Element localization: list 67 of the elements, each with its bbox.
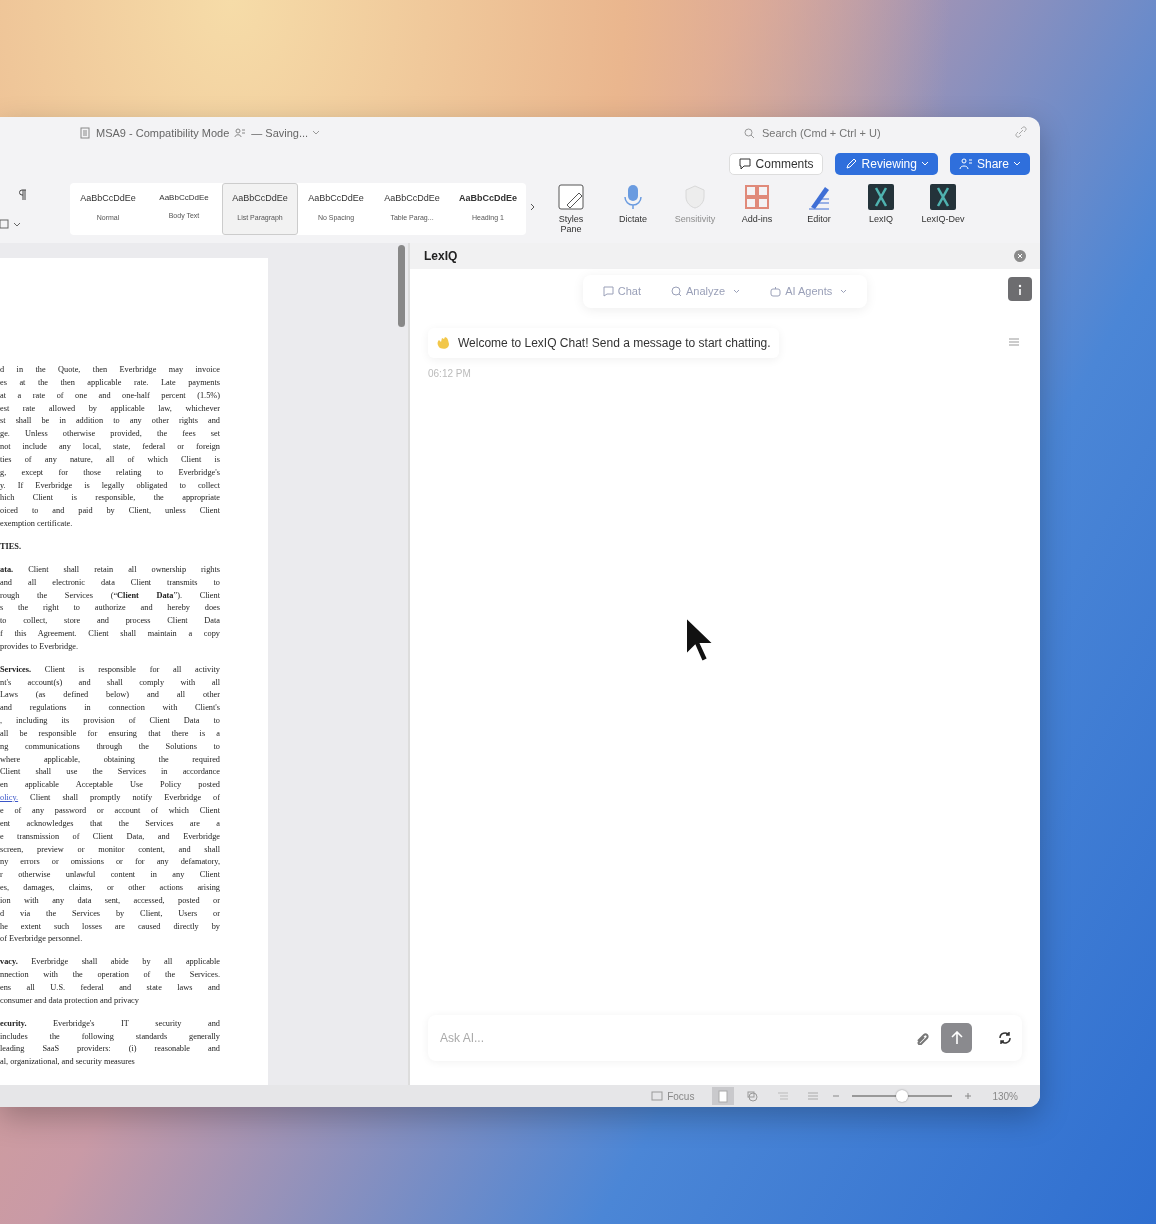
app-logo-icon (929, 183, 957, 211)
paragraph: d in the Quote, then Everbridge may invoice es at the then applicable rate. Late payments at a rate of one and one-half percent (1.5%) est rate allowed by applicable law, whichever st shall be in addition to any other rights and ge. Unless otherwise provided, the fees set not include any local, state, federal or foreign ties of any nature, all of which Client is g, except for those relating to Everbridge's y. If Everbridge is legally obligated to collect hich Client is responsible, the appropriate oiced to and paid by Client, unless Client exemption certificate. (0, 364, 220, 531)
ribbon-tool-button[interactable]: LexIQ (856, 183, 906, 225)
focus-icon (651, 1091, 664, 1101)
style-sample: AaBbCcDdEe (458, 192, 518, 205)
style-sample: AaBbCcDdEe (307, 192, 365, 205)
link-icon[interactable] (1014, 125, 1028, 139)
chevron-down-icon (920, 161, 929, 167)
refresh-icon[interactable] (998, 1031, 1012, 1045)
document-link[interactable]: olicy. (0, 793, 19, 803)
grid-icon (743, 183, 771, 211)
draft-view-icon (806, 1089, 821, 1103)
section-heading: TIES. (0, 540, 22, 553)
reviewing-button[interactable]: Reviewing (834, 153, 938, 175)
zoom-slider-thumb[interactable] (896, 1090, 909, 1102)
shared-icon (234, 128, 247, 138)
chevron-down-icon (1013, 161, 1021, 167)
save-status: — Saving... (251, 125, 309, 141)
borders-icon[interactable] (0, 219, 22, 229)
search-icon (744, 127, 755, 139)
pilcrow-icon[interactable] (19, 189, 27, 201)
info-button[interactable] (1008, 277, 1032, 301)
view-button[interactable] (712, 1087, 735, 1105)
web-view-icon (746, 1089, 761, 1103)
minus-icon[interactable] (832, 1092, 841, 1100)
send-button[interactable] (941, 1023, 972, 1053)
print-view-icon (716, 1089, 731, 1103)
paperclip-icon[interactable] (915, 1031, 929, 1045)
ribbon-tool-button[interactable]: Styles Pane (546, 183, 596, 235)
styles-pane-icon (557, 183, 585, 211)
style-sample: AaBbCcDdEe (158, 192, 210, 204)
paragraph: Services. Client is responsible for all activity nt's account(s) and shall comply with all Laws (as defined below) and all other and regulations in connection with Client's , including its provision of Client Data to all be responsible for ensuring that there is a ng communications through the Solutions to where applicable, obtaining the required Client shall use the Services in accordance en applicable Acceptable Use Policy posted olicy. Client shall promptly notify Everbridge of e of any password or account of which Client ent acknowledges that the Services are a e transmission of Client Data, and Everbridge screen, preview or monitor content, and shall ny errors or omissions or for any defamatory, r otherwise unlawful content in any Client es, damages, claims, or other actions arising ion with any data sent, accessed, posted or d via the Services by Client, Users or he extent such losses are caused directly by of Everbridge personnel. (0, 663, 220, 946)
paragraph: ecurity. Everbridge's IT security and includes the following standards generally leading SaaS providers: (i) reasonable and al, organizational, and security measures (0, 1017, 220, 1069)
pencil-icon (843, 157, 858, 171)
search-icon (671, 285, 682, 297)
chevron-right-icon[interactable] (530, 203, 536, 211)
scrollbar-thumb[interactable] (398, 245, 405, 327)
chat-message: Welcome to LexIQ Chat! Send a message to start chatting. (428, 327, 779, 358)
plus-icon[interactable] (964, 1092, 973, 1100)
ribbon-tool-button[interactable]: Add-ins (732, 183, 782, 225)
ribbon-tool-button[interactable]: Editor (794, 183, 844, 225)
info-icon (1017, 283, 1023, 296)
style-sample: AaBbCcDdEe (231, 192, 289, 205)
robot-icon (770, 285, 782, 297)
chat-input-field[interactable]: Ask AI... (438, 1028, 903, 1048)
chat-icon (602, 285, 614, 297)
ribbon-tool-button[interactable]: Dictate (608, 183, 658, 225)
paragraph: ata. Client shall retain all ownership rights and all electronic data Client transmits to rough the Services (“Client Data”). Client s the right to authorize and hereby does to collect, store and process Client Data f this Agreement. Client shall maintain a copy provides to Everbridge. (0, 563, 220, 653)
style-sample: AaBbCcDdEe (383, 192, 441, 205)
window-title: MSA9 - Compatibility Mode (96, 125, 230, 141)
close-icon[interactable] (1014, 250, 1026, 262)
style-sample: AaBbCcDdEe (79, 192, 137, 205)
paragraph: vacy. Everbridge shall abide by all applicable nnection with the operation of the Services. ens all U.S. federal and state laws and consumer and data protection and privacy (0, 956, 220, 1007)
panel-title: LexIQ (424, 248, 458, 265)
document-icon (80, 127, 90, 139)
share-button[interactable]: Share (949, 153, 1030, 175)
comments-button[interactable]: Comments (728, 153, 823, 175)
zoom-level: 130% (992, 1089, 1018, 1104)
message-time: 06:12 PM (428, 366, 472, 381)
people-icon (958, 157, 973, 171)
arrow-up-icon (950, 1031, 963, 1045)
ribbon-tool-button[interactable]: LexIQ-Dev (918, 183, 968, 225)
menu-icon[interactable] (1008, 337, 1020, 348)
app-logo-icon (867, 183, 895, 211)
speech-bubble-icon (737, 157, 752, 171)
search-field[interactable]: Search (Cmd + Ctrl + U) (760, 123, 920, 143)
chevron-down-icon[interactable] (312, 130, 321, 136)
